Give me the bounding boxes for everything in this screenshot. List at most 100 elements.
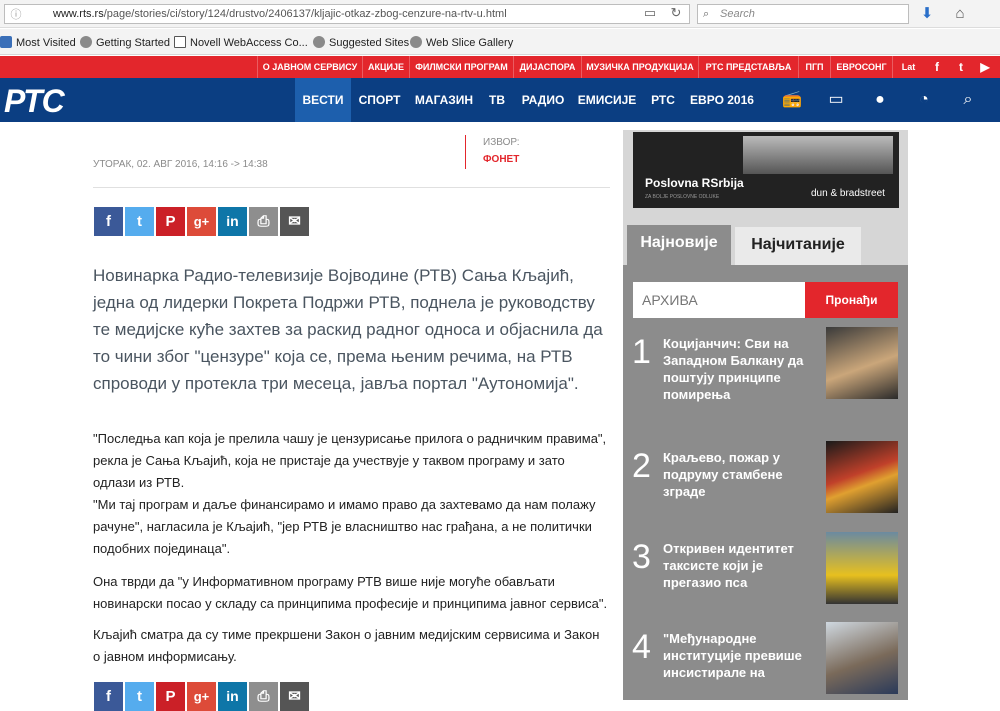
mail-icon xyxy=(174,36,186,48)
share-bar-bottom: f t P g+ in ⎙ ✉ xyxy=(94,682,309,711)
rss-icon[interactable]: ◔ xyxy=(902,78,946,122)
bookmark-novell[interactable]: Novell WebAccess Co... xyxy=(174,36,308,49)
reader-view-icon[interactable]: ▭ xyxy=(640,4,660,22)
reload-icon[interactable]: ↻ xyxy=(666,4,686,22)
pinterest-share-icon[interactable]: P xyxy=(156,682,185,711)
search-icon: ⌕ xyxy=(703,8,710,20)
article-paragraph: "Последња кап која је прелила чашу је це… xyxy=(93,431,607,490)
news-thumbnail[interactable] xyxy=(826,327,898,399)
news-item[interactable]: 2 Краљево, пожар у подруму стамбене згра… xyxy=(623,441,908,527)
nav-radio[interactable]: РАДИО xyxy=(514,78,572,122)
nav-sport[interactable]: СПОРТ xyxy=(351,78,408,122)
nav-euro-2016[interactable]: ЕВРО 2016 xyxy=(684,78,760,122)
home-icon[interactable]: ⌂ xyxy=(950,4,970,24)
article-paragraph: Она тврди да "у Информативном програму Р… xyxy=(93,574,608,611)
print-icon[interactable]: ⎙ xyxy=(249,682,278,711)
main-nav: ВЕСТИ СПОРТ МАГАЗИН ТВ РАДИО ЕМИСИЈЕ РТС… xyxy=(0,78,1000,122)
user-icon[interactable]: ● xyxy=(858,78,902,122)
news-rank: 4 xyxy=(632,628,651,666)
source-divider xyxy=(465,135,466,169)
news-thumbnail[interactable] xyxy=(826,532,898,604)
news-rank: 3 xyxy=(632,538,651,576)
source-label: ИЗВОР: xyxy=(483,137,520,148)
email-icon[interactable]: ✉ xyxy=(280,682,309,711)
email-icon[interactable]: ✉ xyxy=(280,207,309,236)
topnav-pgp[interactable]: ПГП xyxy=(798,56,830,78)
browser-search-input[interactable]: ⌕ Search xyxy=(697,4,909,24)
nav-shows[interactable]: ЕМИСИЈЕ xyxy=(572,78,642,122)
google-plus-share-icon[interactable]: g+ xyxy=(187,207,216,236)
linkedin-share-icon[interactable]: in xyxy=(218,682,247,711)
nav-tv[interactable]: ТВ xyxy=(480,78,514,122)
search-placeholder: Search xyxy=(720,8,755,20)
page-margin xyxy=(908,122,1000,700)
news-thumbnail[interactable] xyxy=(826,622,898,694)
topnav-music[interactable]: МУЗИЧКА ПРОДУКЦИЈА xyxy=(581,56,698,78)
print-icon[interactable]: ⎙ xyxy=(249,207,278,236)
news-title[interactable]: "Међународне институције превише инсисти… xyxy=(663,630,813,681)
topnav-latin[interactable]: Lat xyxy=(892,56,924,78)
globe-icon xyxy=(410,36,422,48)
youtube-icon[interactable]: ▶ xyxy=(974,56,996,78)
topnav-public-service[interactable]: О ЈАВНОМ СЕРВИСУ xyxy=(257,56,362,78)
source-value[interactable]: ФОНЕТ xyxy=(483,154,519,165)
ad-subtitle: ZA BOLJE POSLOVNE ODLUKE xyxy=(645,194,720,200)
url-bar[interactable]: ⓘ www.rts.rs/page/stories/ci/story/124/d… xyxy=(4,4,690,24)
topnav-film[interactable]: ФИЛМСКИ ПРОГРАМ xyxy=(409,56,513,78)
twitter-icon[interactable]: t xyxy=(950,56,972,78)
news-rank: 2 xyxy=(632,447,651,485)
news-item[interactable]: 1 Коцијанчич: Сви на Западном Балкану да… xyxy=(623,327,908,413)
news-item[interactable]: 3 Откривен идентитет таксисте који је пр… xyxy=(623,532,908,618)
facebook-share-icon[interactable]: f xyxy=(94,207,123,236)
facebook-icon[interactable]: f xyxy=(926,56,948,78)
topnav-diaspora[interactable]: ДИЈАСПОРА xyxy=(513,56,581,78)
ad-image xyxy=(743,136,893,174)
ad-brand: Poslovna RSrbija xyxy=(645,176,744,190)
article-paragraph: Кљајић сматра да су тиме прекршени Закон… xyxy=(93,627,600,664)
topnav-eurosong[interactable]: ЕВРОСОНГ xyxy=(830,56,892,78)
top-red-nav: О ЈАВНОМ СЕРВИСУ АКЦИЈЕ ФИЛМСКИ ПРОГРАМ … xyxy=(0,56,1000,78)
news-item[interactable]: 4 "Међународне институције превише инсис… xyxy=(623,622,908,708)
facebook-share-icon[interactable]: f xyxy=(94,682,123,711)
topnav-actions[interactable]: АКЦИЈЕ xyxy=(362,56,409,78)
news-rank: 1 xyxy=(632,333,651,371)
topnav-rts-presents[interactable]: РТС ПРЕДСТАВЉА xyxy=(698,56,798,78)
nav-rts[interactable]: РТС xyxy=(642,78,684,122)
bookmark-web-slice[interactable]: Web Slice Gallery xyxy=(410,36,513,49)
download-icon[interactable]: ⬇ xyxy=(917,4,937,24)
tab-newest[interactable]: Најновије xyxy=(627,225,731,265)
article-lead: Новинарка Радио-телевизије Војводине (РТ… xyxy=(93,266,603,393)
globe-icon xyxy=(80,36,92,48)
tv-monitor-icon[interactable]: ▭ xyxy=(814,78,858,122)
news-thumbnail[interactable] xyxy=(826,441,898,513)
url-host: www.rts.rs xyxy=(53,8,104,20)
tab-most-read[interactable]: Најчитаније xyxy=(735,227,861,265)
google-plus-share-icon[interactable]: g+ xyxy=(187,682,216,711)
rts-logo[interactable]: РТС xyxy=(4,84,88,118)
bookmark-icon xyxy=(0,36,12,48)
ad-banner[interactable]: Poslovna RSrbija ZA BOLJE POSLOVNE ODLUK… xyxy=(633,132,899,208)
news-title[interactable]: Откривен идентитет таксисте који је прег… xyxy=(663,540,813,591)
twitter-share-icon[interactable]: t xyxy=(125,207,154,236)
bookmark-getting-started[interactable]: Getting Started xyxy=(80,36,170,49)
info-icon[interactable]: ⓘ xyxy=(9,8,23,22)
news-title[interactable]: Коцијанчич: Сви на Западном Балкану да п… xyxy=(663,335,813,403)
url-path: /page/stories/ci/story/124/drustvo/24061… xyxy=(103,8,507,20)
radio-icon[interactable]: 📻 xyxy=(770,78,814,122)
divider xyxy=(93,187,610,188)
bookmark-most-visited[interactable]: Most Visited xyxy=(0,36,76,49)
nav-news[interactable]: ВЕСТИ xyxy=(295,78,351,122)
bookmarks-bar: Most Visited Getting Started Novell WebA… xyxy=(0,29,1000,55)
archive-search-button[interactable]: Пронађи xyxy=(805,282,898,318)
linkedin-share-icon[interactable]: in xyxy=(218,207,247,236)
article-date: УТОРАК, 02. АВГ 2016, 14:16 -> 14:38 xyxy=(93,159,268,170)
ad-partner: dun & bradstreet xyxy=(811,188,885,199)
share-bar-top: f t P g+ in ⎙ ✉ xyxy=(94,207,309,236)
twitter-share-icon[interactable]: t xyxy=(125,682,154,711)
archive-search-input[interactable] xyxy=(633,282,805,318)
news-title[interactable]: Краљево, пожар у подруму стамбене зграде xyxy=(663,449,813,500)
pinterest-share-icon[interactable]: P xyxy=(156,207,185,236)
search-icon[interactable]: ⌕ xyxy=(946,78,990,122)
nav-magazine[interactable]: МАГАЗИН xyxy=(408,78,480,122)
bookmark-suggested-sites[interactable]: Suggested Sites xyxy=(313,36,409,49)
